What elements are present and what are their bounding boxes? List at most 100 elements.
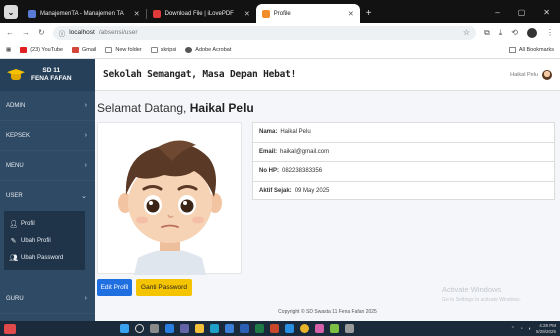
sidebar-menu: ADMIN › KEPSEK › MENU › USER ⌄ 👤︎ Profil… — [0, 91, 95, 314]
edit-profile-button[interactable]: Edit Profil — [97, 279, 132, 296]
chevron-up-icon[interactable]: ⌃ — [511, 326, 515, 332]
profile-info-table: Nama: Haikal Pelu Email: haikal@gmail.co… — [252, 122, 555, 200]
search-icon[interactable] — [135, 324, 144, 333]
powerpoint-icon[interactable] — [270, 324, 279, 333]
sidebar-item-kepsek[interactable]: KEPSEK › — [0, 121, 95, 151]
info-value: haikal@gmail.com — [280, 148, 330, 155]
bookmark-youtube[interactable]: (23) YouTube — [20, 47, 63, 53]
apps-grid-icon[interactable]: ▦ — [6, 47, 11, 53]
browser-tab-bar: ⌄ ManajemenTA - Manajemen TA ✕ Download … — [0, 0, 560, 23]
browser-profile-icon[interactable] — [527, 27, 537, 38]
chrome-icon[interactable] — [300, 324, 309, 333]
acrobat-icon — [185, 47, 193, 53]
menu-dots-icon[interactable]: ⋮ — [546, 28, 554, 38]
chevron-right-icon: › — [84, 132, 87, 139]
tab-title: Download File | iLovePDF — [164, 10, 234, 17]
tab-profile[interactable]: Profile ✕ — [255, 4, 360, 23]
app-icon[interactable] — [330, 324, 339, 333]
change-password-button[interactable]: Ganti Password — [136, 279, 192, 296]
window-controls: – ▢ ✕ — [495, 8, 560, 23]
maximize-icon[interactable]: ▢ — [518, 8, 526, 17]
tab-ilovepdf[interactable]: Download File | iLovePDF ✕ — [147, 4, 256, 23]
all-bookmarks[interactable]: All Bookmarks — [508, 47, 554, 53]
brand[interactable]: SD 11 FENA FAFAN — [0, 59, 95, 91]
folder-icon — [105, 47, 113, 53]
submenu-item-label: Ubah Password — [21, 254, 64, 261]
bookmark-gmail[interactable]: Gmail — [72, 47, 96, 53]
vscode-icon[interactable] — [285, 324, 294, 333]
url-host: localhost — [69, 29, 95, 36]
app-slogan: Sekolah Semangat, Masa Depan Hebat! — [103, 69, 297, 80]
teams-icon[interactable] — [180, 324, 189, 333]
app-icon[interactable] — [315, 324, 324, 333]
sidebar-item-label: KEPSEK — [6, 132, 31, 139]
store-icon[interactable] — [225, 324, 234, 333]
edge-icon[interactable] — [210, 324, 219, 333]
activate-windows-watermark: Activate Windows Go to Settings to activ… — [442, 285, 521, 303]
user-menu[interactable]: Haikal Pelu — [510, 69, 552, 80]
system-tray: ⌃ ◔ ◖ 4:28 PM 5/29/2025 — [511, 323, 556, 335]
sync-icon[interactable]: ⟲ — [511, 28, 518, 38]
minimize-icon[interactable]: – — [495, 8, 499, 17]
all-bookmarks-label: All Bookmarks — [518, 47, 554, 53]
windows-start-icon[interactable] — [120, 324, 129, 333]
info-label: No HP: — [259, 168, 279, 175]
users-icon: 👥︎ — [9, 254, 18, 262]
site-info-icon[interactable]: ⓘ — [59, 28, 66, 38]
sidebar-item-label: MENU — [6, 162, 24, 169]
sidebar: SD 11 FENA FAFAN ADMIN › KEPSEK › MENU ›… — [0, 59, 95, 321]
close-tab-icon[interactable]: ✕ — [244, 10, 250, 18]
download-icon[interactable]: ⤓ — [499, 28, 503, 38]
extensions-icon[interactable]: ⧉ — [484, 28, 490, 38]
close-tab-icon[interactable]: ✕ — [134, 10, 140, 18]
chevron-right-icon: › — [84, 162, 87, 169]
new-tab-button[interactable]: + — [366, 8, 372, 19]
bookmark-adobe-acrobat[interactable]: Adobe Acrobat — [185, 47, 231, 53]
clock[interactable]: 4:28 PM 5/29/2025 — [536, 323, 556, 335]
excel-icon[interactable] — [255, 324, 264, 333]
sidebar-item-menu[interactable]: MENU › — [0, 151, 95, 181]
bookmark-skripsi[interactable]: skripsi — [150, 47, 176, 53]
chevron-down-icon: ⌄ — [81, 193, 87, 200]
info-value: Haikal Pelu — [280, 129, 311, 136]
forward-icon[interactable]: → — [22, 28, 30, 37]
sidebar-item-admin[interactable]: ADMIN › — [0, 91, 95, 121]
widgets-icon[interactable] — [165, 324, 174, 333]
wifi-icon[interactable]: ◔ — [520, 326, 523, 332]
profile-favicon-icon — [261, 9, 270, 18]
address-bar-row: ← → ↻ ⓘ localhost/absensi/user ☆ ⧉ ⤓ ⟲ ⋮ — [0, 23, 560, 42]
bookmark-label: Gmail — [82, 47, 97, 53]
user-submenu: 👤︎ Profil ✎ Ubah Profil 👥︎ Ubah Password — [4, 211, 85, 270]
tab-manajemen-ta[interactable]: ManajemenTA - Manajemen TA ✕ — [22, 4, 146, 23]
reload-icon[interactable]: ↻ — [38, 28, 45, 37]
submenu-item-ubah-profil[interactable]: ✎ Ubah Profil — [4, 232, 85, 249]
sidebar-item-label: ADMIN — [6, 102, 26, 109]
info-label: Email: — [259, 148, 278, 155]
word-icon[interactable] — [240, 324, 249, 333]
bookmark-new-folder[interactable]: New folder — [105, 47, 142, 53]
close-window-icon[interactable]: ✕ — [543, 8, 550, 17]
settings-icon[interactable] — [345, 324, 354, 333]
tab-title: ManajemenTA - Manajemen TA — [40, 10, 124, 17]
back-icon[interactable]: ← — [6, 28, 14, 37]
sidebar-item-guru[interactable]: GURU › — [0, 284, 95, 314]
close-tab-icon[interactable]: ✕ — [348, 10, 354, 18]
profile-photo-card — [97, 122, 242, 275]
submenu-item-profil[interactable]: 👤︎ Profil — [4, 215, 85, 232]
file-explorer-icon[interactable] — [195, 324, 204, 333]
sidebar-item-user[interactable]: USER ⌄ — [0, 181, 95, 211]
submenu-item-ubah-password[interactable]: 👥︎ Ubah Password — [4, 249, 85, 266]
url-input[interactable]: ⓘ localhost/absensi/user ☆ — [52, 25, 477, 40]
graduation-cap-icon — [7, 69, 25, 81]
weather-widget-icon[interactable] — [4, 323, 16, 334]
avatar — [542, 69, 552, 80]
tab-search-icon[interactable]: ⌄ — [4, 5, 18, 19]
info-value: 09 May 2025 — [294, 188, 330, 195]
task-view-icon[interactable] — [150, 324, 159, 333]
bookmark-label: (23) YouTube — [30, 47, 64, 53]
folder-icon — [150, 47, 158, 53]
volume-icon[interactable]: ◖ — [528, 326, 531, 332]
ilovepdf-favicon-icon — [152, 9, 161, 18]
bookmark-star-icon[interactable]: ☆ — [463, 28, 470, 37]
info-value: 082238383356 — [282, 168, 323, 175]
